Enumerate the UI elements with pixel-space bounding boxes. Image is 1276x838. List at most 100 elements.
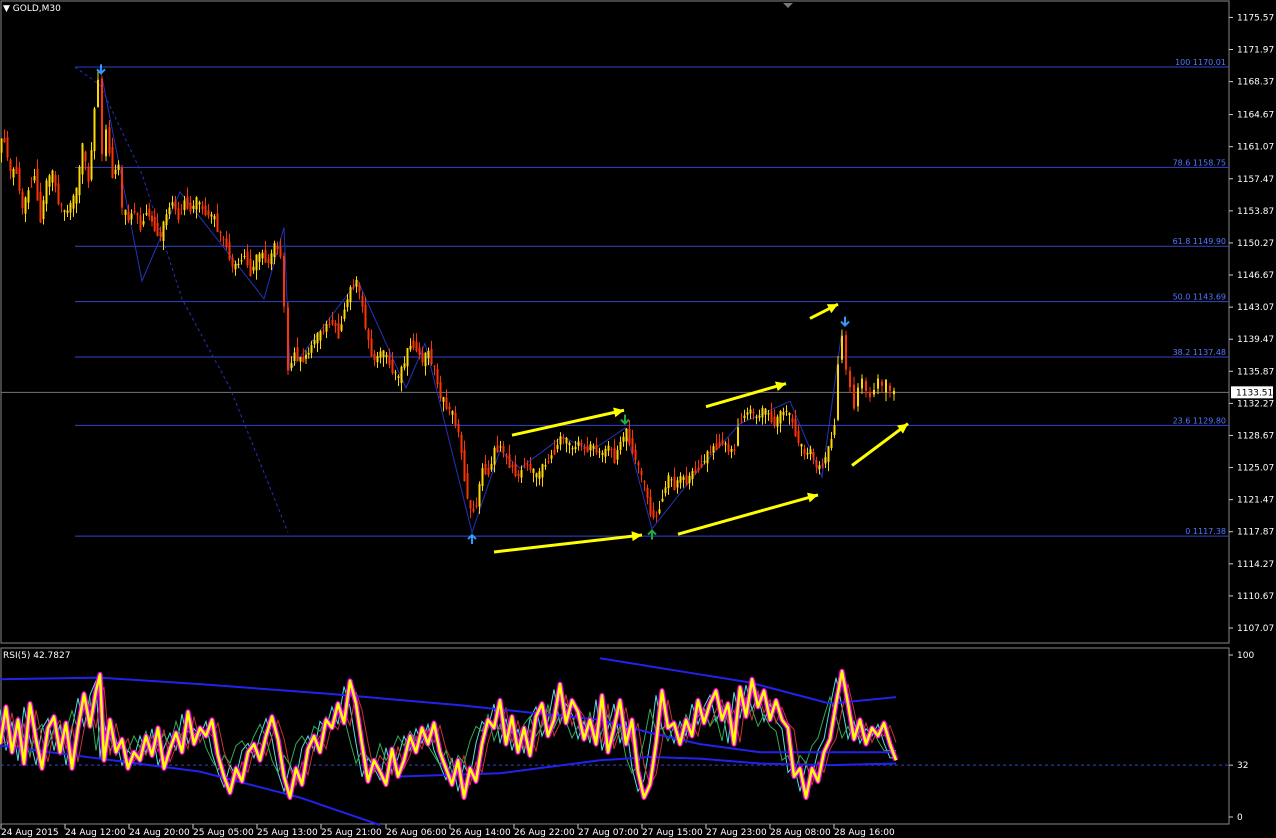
candle-body — [881, 381, 883, 386]
rsi-tick-label: 0 — [1237, 813, 1243, 823]
fib-level-label: 0 1117.38 — [1185, 527, 1226, 536]
candle-body — [837, 364, 839, 420]
fib-level-label: 61.8 1149.90 — [1173, 237, 1226, 246]
candle-body — [307, 352, 310, 355]
candle-body — [724, 443, 727, 445]
candle-body — [30, 186, 33, 188]
price-tick-label: 1168.37 — [1237, 78, 1274, 88]
candle-body — [794, 418, 797, 437]
candle-body — [809, 449, 812, 455]
candle-body — [481, 468, 484, 487]
time-tick-label: 26 Aug 14:00 — [450, 828, 511, 838]
candle-body — [457, 423, 460, 433]
rsi-tick-label: 32 — [1237, 761, 1248, 771]
fib-level-label: 23.6 1129.80 — [1173, 416, 1226, 425]
candle-body — [243, 256, 246, 258]
candle-body — [379, 351, 382, 358]
candle-body — [412, 340, 415, 348]
candle-body — [397, 376, 400, 378]
price-tick-label: 1146.67 — [1237, 271, 1274, 281]
candle-body — [433, 365, 436, 367]
candle-body — [358, 284, 361, 292]
candle-body — [225, 238, 228, 248]
candle-body — [691, 471, 694, 479]
candle-body — [201, 205, 204, 210]
candle-body — [749, 409, 752, 414]
price-tick-label: 1132.27 — [1237, 399, 1274, 409]
candle-body — [337, 322, 340, 339]
candle-body — [436, 369, 439, 385]
candle-body — [139, 215, 142, 231]
candle-body — [322, 331, 325, 333]
candle-body — [439, 381, 442, 399]
candle-body — [171, 202, 174, 206]
candle-body — [746, 412, 749, 415]
candle-body — [688, 475, 691, 484]
candle-body — [529, 463, 532, 470]
price-tick-label: 1139.47 — [1237, 335, 1274, 345]
candle-body — [556, 444, 559, 449]
candle-body — [273, 243, 276, 257]
candle-body — [538, 471, 541, 479]
candle-body — [652, 509, 655, 518]
candle-body — [517, 473, 520, 477]
candle-body — [325, 324, 328, 332]
candle-body — [616, 450, 619, 460]
candle-body — [661, 498, 664, 502]
candle-body — [409, 345, 412, 350]
candle-body — [700, 463, 703, 468]
candle-body — [658, 509, 661, 514]
candle-body — [394, 372, 397, 374]
candle-body — [505, 455, 508, 457]
rsi-tick-label: 100 — [1237, 651, 1254, 661]
candle-body — [385, 354, 388, 357]
candle-body — [718, 442, 721, 447]
candle-body — [114, 169, 117, 175]
candle-body — [33, 176, 36, 181]
candle-body — [442, 397, 445, 402]
candle-body — [773, 416, 776, 426]
candle-body — [574, 446, 577, 450]
candle-body — [97, 79, 99, 108]
candle-body — [261, 252, 264, 259]
candle-body — [60, 204, 63, 206]
candle-body — [72, 195, 75, 209]
candle-body — [460, 434, 463, 454]
candle-body — [610, 448, 613, 451]
candle-body — [427, 350, 430, 359]
triangle-down-icon[interactable]: ▼ — [3, 4, 10, 14]
candle-body — [148, 208, 151, 217]
candle-body — [448, 406, 451, 410]
candle-body — [159, 231, 162, 237]
candle-body — [532, 468, 535, 473]
candle-body — [36, 168, 39, 201]
candle-body — [156, 222, 159, 236]
candle-body — [740, 420, 743, 422]
candle-body — [733, 449, 736, 452]
candle-body — [313, 340, 316, 345]
candle-body — [296, 347, 299, 362]
candle-body — [523, 466, 526, 468]
candle-body — [562, 438, 565, 440]
candle-body — [845, 335, 847, 370]
price-tick-label: 1107.07 — [1237, 624, 1274, 634]
candle-body — [222, 238, 225, 240]
candle-body — [463, 449, 466, 482]
candle-body — [198, 202, 201, 205]
candle-body — [472, 508, 475, 512]
candle-body — [240, 260, 243, 262]
candle-body — [643, 481, 646, 483]
candle-body — [57, 183, 60, 205]
candle-body — [583, 447, 586, 450]
candle-body — [69, 202, 72, 213]
candle-body — [287, 307, 289, 371]
time-tick-label: 27 Aug 07:00 — [578, 828, 639, 838]
candle-body — [39, 191, 42, 223]
candle-body — [388, 355, 391, 365]
candle-body — [349, 287, 352, 303]
candle-body — [302, 357, 305, 362]
candle-body — [165, 214, 168, 226]
candle-body — [183, 200, 186, 211]
chart-title[interactable]: ▼ GOLD,M30 — [3, 4, 61, 14]
price-tick-label: 1114.27 — [1237, 560, 1274, 570]
